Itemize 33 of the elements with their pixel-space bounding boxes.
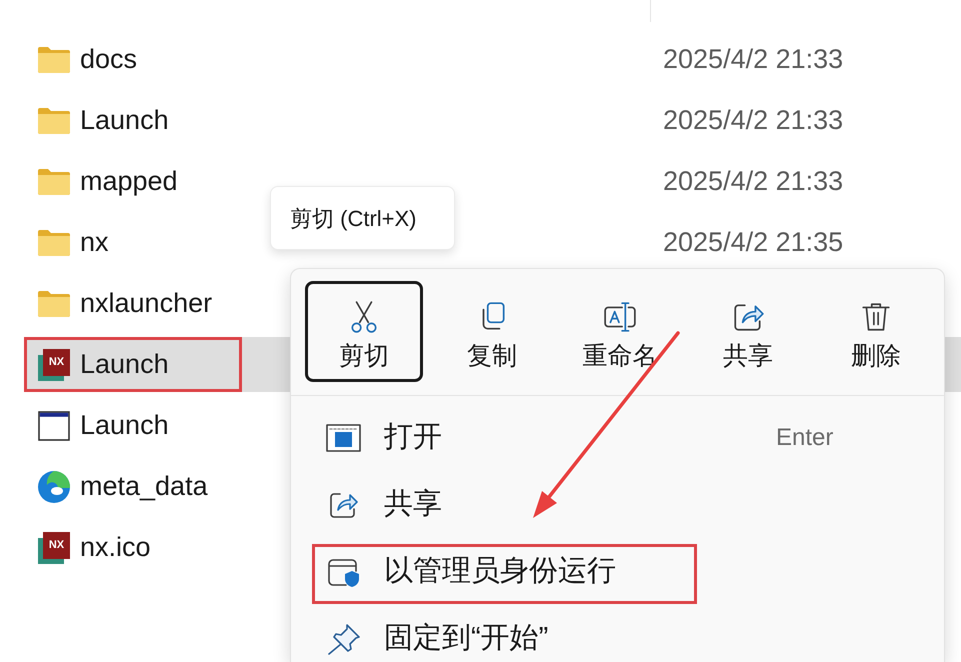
- file-name[interactable]: Launch: [80, 107, 169, 134]
- folder-icon: [38, 230, 70, 256]
- tooltip: 剪切 (Ctrl+X): [270, 186, 455, 250]
- window-icon: [38, 410, 70, 440]
- file-name[interactable]: Launch: [80, 351, 169, 378]
- modified-date: 2025/4/2 21:33: [662, 168, 844, 195]
- file-name[interactable]: nxlauncher: [80, 290, 212, 317]
- file-name[interactable]: nx: [80, 229, 109, 256]
- folder-icon: [38, 108, 70, 134]
- menu-item[interactable]: 打开 Enter: [297, 404, 938, 471]
- modified-date: 2025/4/2 21:33: [662, 46, 844, 73]
- rename-icon: [603, 300, 637, 334]
- file-name[interactable]: Launch: [80, 412, 169, 439]
- folder-icon: [38, 46, 70, 72]
- file-name[interactable]: mapped: [80, 168, 178, 195]
- file-name[interactable]: meta_data: [80, 473, 208, 500]
- menu-item[interactable]: 固定到“开始”: [297, 605, 938, 662]
- modified-date: 2025/4/2 21:33: [662, 107, 844, 134]
- toolbar-button[interactable]: 共享: [689, 281, 807, 382]
- toolbar-button[interactable]: 复制: [433, 281, 551, 382]
- file-name[interactable]: nx.ico: [80, 534, 151, 561]
- toolbar-button[interactable]: 删除: [817, 281, 935, 382]
- menu-item[interactable]: 以管理员身份运行: [297, 538, 938, 605]
- folder-icon: [38, 290, 70, 316]
- shortcut-label: Enter: [776, 426, 834, 450]
- file-name[interactable]: docs: [80, 46, 138, 73]
- menu-item[interactable]: 共享: [297, 471, 938, 538]
- pushpin-icon: [326, 622, 361, 654]
- swirl-logo-icon: [38, 470, 70, 502]
- toolbar-button[interactable]: 剪切: [305, 281, 423, 382]
- modified-date: 2025/4/2 21:35: [662, 229, 844, 256]
- folder-icon: [38, 168, 70, 194]
- window-icon: [326, 422, 361, 454]
